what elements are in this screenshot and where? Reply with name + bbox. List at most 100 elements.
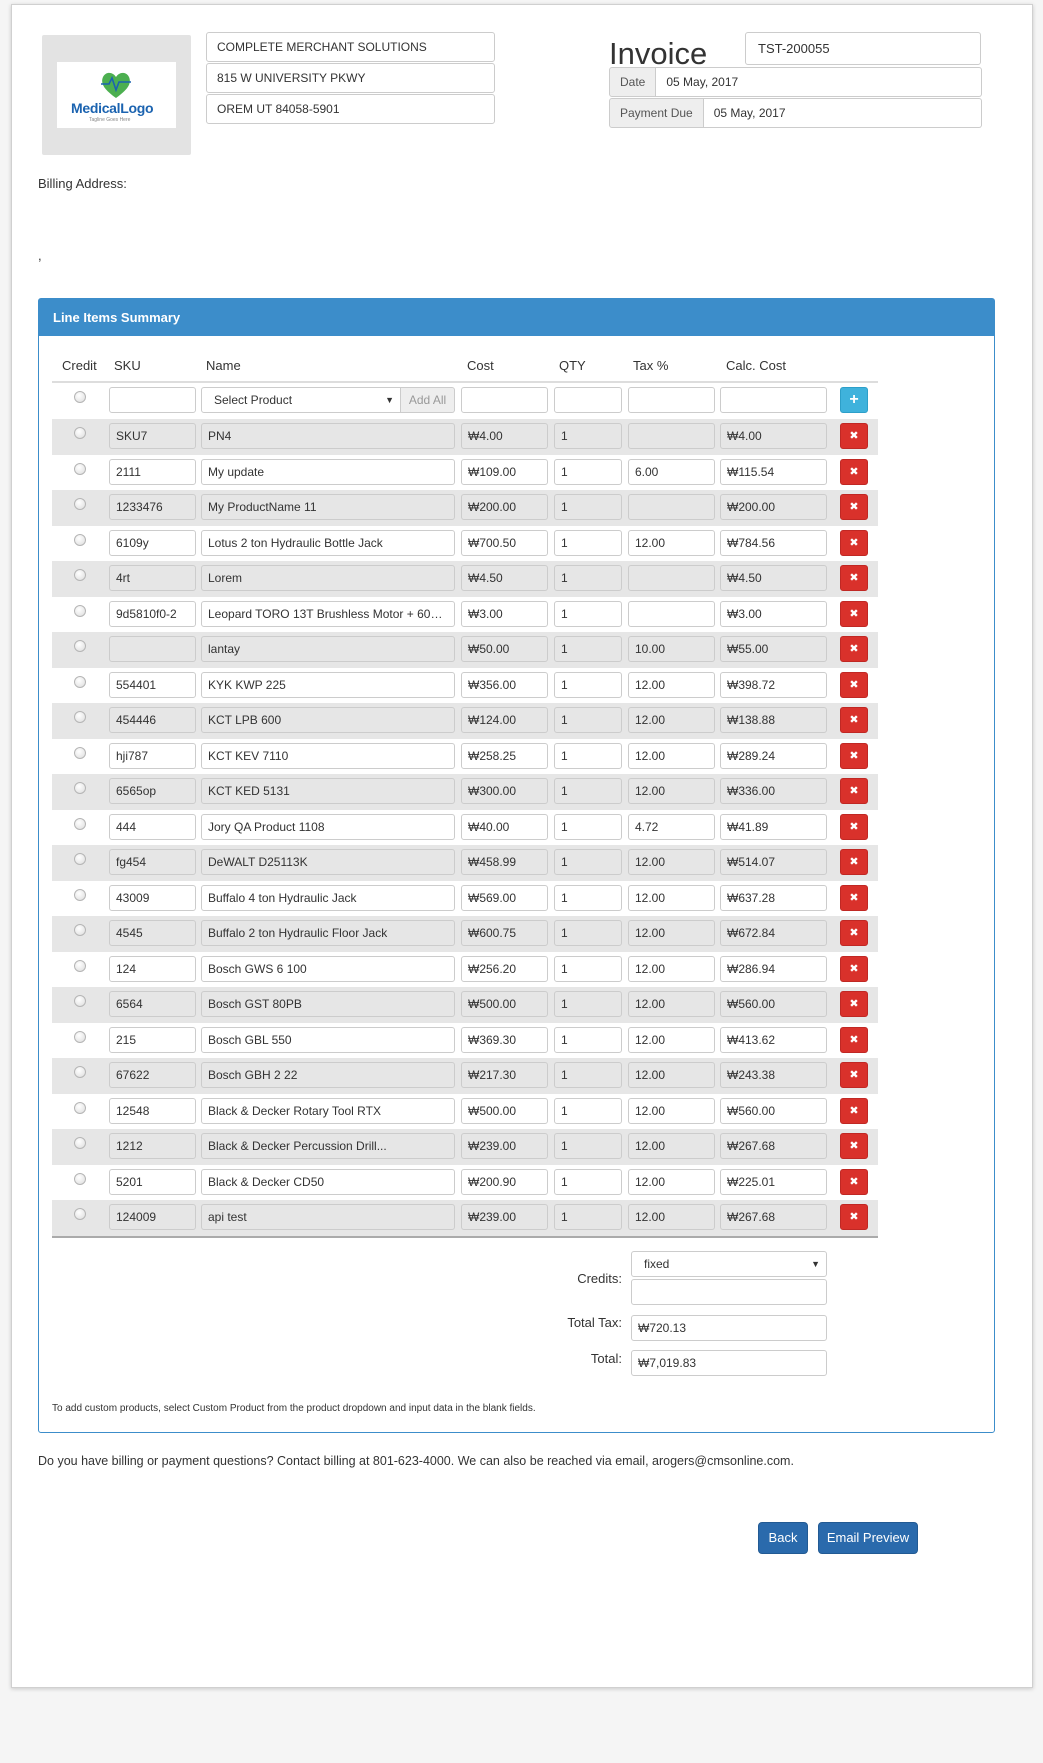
qty-input[interactable]: 1 [554, 565, 622, 591]
credit-radio[interactable] [74, 1030, 86, 1043]
qty-input[interactable]: 1 [554, 778, 622, 804]
sku-input[interactable]: 215 [109, 1026, 196, 1053]
calc-cost-input[interactable]: ₩41.89 [720, 813, 827, 840]
tax-input[interactable]: 4.72 [628, 813, 715, 840]
calc-cost-input[interactable]: ₩267.68 [720, 1133, 827, 1159]
product-select[interactable]: Select Product ▼ [201, 387, 401, 413]
new-calc-input[interactable] [720, 387, 827, 413]
tax-input[interactable] [628, 423, 715, 449]
name-input[interactable]: Bosch GBL 550 [201, 1026, 455, 1053]
credits-amount-input[interactable] [631, 1279, 827, 1305]
name-input[interactable]: Black & Decker Percussion Drill... [201, 1133, 455, 1159]
qty-input[interactable]: 1 [554, 1062, 622, 1088]
credit-radio[interactable] [74, 1208, 86, 1220]
credit-radio[interactable] [74, 1172, 86, 1185]
delete-item-button[interactable]: ✖ [840, 1133, 868, 1159]
credit-radio[interactable] [74, 711, 86, 723]
tax-input[interactable]: 12.00 [628, 529, 715, 556]
qty-input[interactable]: 1 [554, 742, 622, 769]
sku-input[interactable]: fg454 [109, 849, 196, 875]
credit-radio[interactable] [74, 959, 86, 972]
credit-radio[interactable] [74, 462, 86, 475]
email-preview-button[interactable]: Email Preview [818, 1522, 918, 1554]
name-input[interactable]: Bosch GWS 6 100 [201, 955, 455, 982]
name-input[interactable]: KCT LPB 600 [201, 707, 455, 733]
calc-cost-input[interactable]: ₩267.68 [720, 1204, 827, 1230]
qty-input[interactable]: 1 [554, 1133, 622, 1159]
sku-input[interactable]: 4rt [109, 565, 196, 591]
cost-input[interactable]: ₩369.30 [461, 1026, 548, 1053]
calc-cost-input[interactable]: ₩200.00 [720, 494, 827, 520]
credit-radio[interactable] [74, 1066, 86, 1078]
credit-radio[interactable] [74, 1101, 86, 1114]
name-input[interactable]: My update [201, 458, 455, 485]
delete-item-button[interactable]: ✖ [840, 600, 868, 627]
calc-cost-input[interactable]: ₩784.56 [720, 529, 827, 556]
new-qty-input[interactable] [554, 387, 622, 413]
calc-cost-input[interactable]: ₩398.72 [720, 671, 827, 698]
cost-input[interactable]: ₩109.00 [461, 458, 548, 485]
credit-radio[interactable] [74, 604, 86, 617]
delete-item-button[interactable]: ✖ [840, 849, 868, 875]
credit-radio[interactable] [74, 1137, 86, 1149]
qty-input[interactable]: 1 [554, 991, 622, 1017]
sku-input[interactable]: 43009 [109, 884, 196, 911]
qty-input[interactable]: 1 [554, 813, 622, 840]
qty-input[interactable]: 1 [554, 636, 622, 662]
cost-input[interactable]: ₩4.50 [461, 565, 548, 591]
cost-input[interactable]: ₩3.00 [461, 600, 548, 627]
sku-input[interactable]: 6109y [109, 529, 196, 556]
tax-input[interactable]: 12.00 [628, 707, 715, 733]
name-input[interactable]: Leopard TORO 13T Brushless Motor + 60A V… [201, 600, 455, 627]
cost-input[interactable]: ₩600.75 [461, 920, 548, 946]
calc-cost-input[interactable]: ₩4.50 [720, 565, 827, 591]
delete-item-button[interactable]: ✖ [840, 565, 868, 591]
calc-cost-input[interactable]: ₩514.07 [720, 849, 827, 875]
cost-input[interactable]: ₩356.00 [461, 671, 548, 698]
calc-cost-input[interactable]: ₩560.00 [720, 1097, 827, 1124]
name-input[interactable]: Jory QA Product 1108 [201, 813, 455, 840]
calc-cost-input[interactable]: ₩3.00 [720, 600, 827, 627]
qty-input[interactable]: 1 [554, 884, 622, 911]
calc-cost-input[interactable]: ₩413.62 [720, 1026, 827, 1053]
cost-input[interactable]: ₩4.00 [461, 423, 548, 449]
tax-input[interactable]: 12.00 [628, 884, 715, 911]
name-input[interactable]: api test [201, 1204, 455, 1230]
tax-input[interactable]: 12.00 [628, 742, 715, 769]
name-input[interactable]: lantay [201, 636, 455, 662]
add-all-button[interactable]: Add All [401, 387, 455, 413]
name-input[interactable]: KCT KED 5131 [201, 778, 455, 804]
calc-cost-input[interactable]: ₩336.00 [720, 778, 827, 804]
calc-cost-input[interactable]: ₩138.88 [720, 707, 827, 733]
qty-input[interactable]: 1 [554, 955, 622, 982]
delete-item-button[interactable]: ✖ [840, 423, 868, 449]
sku-input[interactable]: 12548 [109, 1097, 196, 1124]
credit-radio[interactable] [74, 675, 86, 688]
delete-item-button[interactable]: ✖ [840, 671, 868, 698]
name-input[interactable]: My ProductName 11 [201, 494, 455, 520]
date-field[interactable]: 05 May, 2017 [656, 67, 982, 97]
cost-input[interactable]: ₩300.00 [461, 778, 548, 804]
calc-cost-input[interactable]: ₩55.00 [720, 636, 827, 662]
qty-input[interactable]: 1 [554, 529, 622, 556]
credit-radio[interactable] [74, 640, 86, 652]
credit-radio[interactable] [74, 533, 86, 546]
calc-cost-input[interactable]: ₩115.54 [720, 458, 827, 485]
delete-item-button[interactable]: ✖ [840, 529, 868, 556]
tax-input[interactable]: 12.00 [628, 778, 715, 804]
sku-input[interactable]: 6565op [109, 778, 196, 804]
delete-item-button[interactable]: ✖ [840, 991, 868, 1017]
tax-input[interactable]: 12.00 [628, 1062, 715, 1088]
delete-item-button[interactable]: ✖ [840, 813, 868, 840]
tax-input[interactable]: 12.00 [628, 920, 715, 946]
qty-input[interactable]: 1 [554, 707, 622, 733]
sku-input[interactable] [109, 636, 196, 662]
cost-input[interactable]: ₩569.00 [461, 884, 548, 911]
tax-input[interactable] [628, 600, 715, 627]
sku-input[interactable]: 67622 [109, 1062, 196, 1088]
tax-input[interactable]: 12.00 [628, 1026, 715, 1053]
cost-input[interactable]: ₩239.00 [461, 1204, 548, 1230]
sku-input[interactable]: 124009 [109, 1204, 196, 1230]
name-input[interactable]: Bosch GST 80PB [201, 991, 455, 1017]
sku-input[interactable]: 4545 [109, 920, 196, 946]
